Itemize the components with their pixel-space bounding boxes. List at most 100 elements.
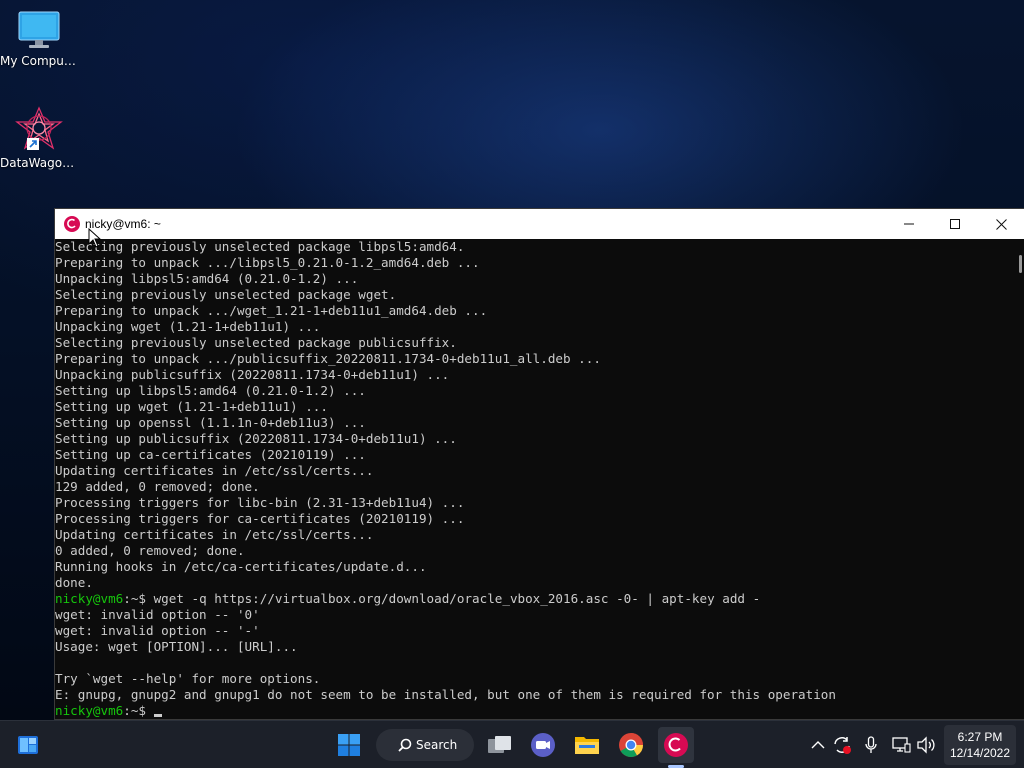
terminal-line: E: gnupg, gnupg2 and gnupg1 do not seem … [55, 687, 1013, 703]
network-icon [892, 737, 911, 753]
terminal-line: 0 added, 0 removed; done. [55, 543, 1013, 559]
terminal-line-text: 0 added, 0 removed; done. [55, 543, 245, 558]
widgets-button[interactable] [10, 727, 46, 763]
close-button[interactable] [978, 209, 1024, 239]
terminal-line-text: Updating certificates in /etc/ssl/certs.… [55, 527, 374, 542]
terminal-line: Try `wget --help' for more options. [55, 671, 1013, 687]
sync-tray-button[interactable] [832, 735, 852, 755]
file-explorer-button[interactable] [569, 727, 605, 763]
terminal-line-text: Selecting previously unselected package … [55, 335, 457, 350]
start-icon [338, 734, 360, 756]
terminal-line: Running hooks in /etc/ca-certificates/up… [55, 559, 1013, 575]
debian-terminal-icon [664, 733, 688, 757]
volume-tray-button[interactable] [916, 735, 936, 755]
terminal-line-text: Setting up publicsuffix (20220811.1734-0… [55, 431, 457, 446]
terminal-line-text: Setting up wget (1.21-1+deb11u1) ... [55, 399, 328, 414]
desktop-icon-label: DataWagon... [0, 156, 78, 170]
widgets-icon [18, 736, 38, 754]
terminal-line: nicky@vm6:~$ [55, 703, 1013, 719]
terminal-line-text: done. [55, 575, 93, 590]
terminal-line-text: Running hooks in /etc/ca-certificates/up… [55, 559, 427, 574]
terminal-line-text: Processing triggers for ca-certificates … [55, 511, 465, 526]
start-button[interactable] [331, 727, 367, 763]
monitor-icon [18, 11, 60, 48]
terminal-scrollbar[interactable] [1012, 239, 1024, 719]
shell-command [146, 703, 154, 718]
task-view-button[interactable] [482, 727, 518, 763]
search-label: Search [416, 738, 458, 752]
microphone-tray-button[interactable] [861, 735, 881, 755]
chrome-icon [619, 733, 643, 758]
terminal-line-text: Setting up ca-certificates (20210119) ..… [55, 447, 366, 462]
terminal-line-text: Unpacking publicsuffix (20220811.1734-0+… [55, 367, 450, 382]
shell-prompt-path: :~$ [123, 703, 146, 718]
terminal-line: Setting up publicsuffix (20220811.1734-0… [55, 431, 1013, 447]
terminal-line: Selecting previously unselected package … [55, 335, 1013, 351]
terminal-taskbar-button[interactable] [658, 727, 694, 763]
terminal-line: 129 added, 0 removed; done. [55, 479, 1013, 495]
terminal-line-text: Try `wget --help' for more options. [55, 671, 321, 686]
terminal-line-text: Unpacking wget (1.21-1+deb11u1) ... [55, 319, 321, 334]
terminal-line-text: Setting up libpsl5:amd64 (0.21.0-1.2) ..… [55, 383, 366, 398]
volume-icon [917, 736, 935, 754]
terminal-line-text: Selecting previously unselected package … [55, 239, 465, 254]
terminal-line: wget: invalid option -- '-' [55, 623, 1013, 639]
taskbar-search[interactable]: Search [376, 729, 474, 761]
clock-time: 6:27 PM [957, 730, 1003, 744]
desktop-icon-label: My Computer [0, 54, 78, 68]
maximize-button[interactable] [932, 209, 978, 239]
terminal-lines: Selecting previously unselected package … [55, 239, 1013, 719]
chrome-button[interactable] [613, 727, 649, 763]
minimize-button[interactable] [886, 209, 932, 239]
shell-prompt-user: nicky@vm6 [55, 591, 124, 606]
desktop-icon-datawagon[interactable]: DataWagon... [0, 106, 78, 170]
mouse-pointer-icon [88, 228, 102, 248]
text-cursor [153, 714, 162, 717]
terminal-line: Selecting previously unselected package … [55, 287, 1013, 303]
terminal-output[interactable]: Selecting previously unselected package … [55, 239, 1013, 719]
terminal-line: Updating certificates in /etc/ssl/certs.… [55, 527, 1013, 543]
terminal-line-text: Selecting previously unselected package … [55, 287, 397, 302]
terminal-line: Preparing to unpack .../libpsl5_0.21.0-1… [55, 255, 1013, 271]
terminal-line-text: Updating certificates in /etc/ssl/certs.… [55, 463, 374, 478]
terminal-line: Setting up openssl (1.1.1n-0+deb11u3) ..… [55, 415, 1013, 431]
terminal-titlebar[interactable]: nicky@vm6: ~ [55, 209, 1024, 239]
terminal-line: Updating certificates in /etc/ssl/certs.… [55, 463, 1013, 479]
task-view-icon [488, 736, 511, 753]
terminal-line-text: 129 added, 0 removed; done. [55, 479, 260, 494]
debian-icon [64, 216, 80, 232]
terminal-line: Setting up ca-certificates (20210119) ..… [55, 447, 1013, 463]
taskbar: Search 6:27 PM 12/14/2022 [0, 720, 1024, 768]
terminal-line: Unpacking publicsuffix (20220811.1734-0+… [55, 367, 1013, 383]
maximize-icon [950, 219, 960, 229]
terminal-line: Usage: wget [OPTION]... [URL]... [55, 639, 1013, 655]
show-hidden-icons-button[interactable] [808, 735, 828, 755]
terminal-line: Processing triggers for libc-bin (2.31-1… [55, 495, 1013, 511]
terminal-line: Setting up libpsl5:amd64 (0.21.0-1.2) ..… [55, 383, 1013, 399]
terminal-line: done. [55, 575, 1013, 591]
clock-date: 12/14/2022 [949, 746, 1011, 760]
taskbar-clock[interactable]: 6:27 PM 12/14/2022 [944, 725, 1016, 765]
network-tray-button[interactable] [891, 735, 911, 755]
scrollbar-thumb[interactable] [1019, 255, 1022, 273]
terminal-line: Preparing to unpack .../wget_1.21-1+deb1… [55, 303, 1013, 319]
sync-icon [834, 737, 851, 754]
terminal-line-text: Unpacking libpsl5:amd64 (0.21.0-1.2) ... [55, 271, 359, 286]
terminal-line-text: E: gnupg, gnupg2 and gnupg1 do not seem … [55, 687, 836, 702]
terminal-line-text: Usage: wget [OPTION]... [URL]... [55, 639, 298, 654]
terminal-line-text: Processing triggers for libc-bin (2.31-1… [55, 495, 465, 510]
datawagon-app-icon [15, 106, 63, 150]
search-icon [398, 738, 412, 752]
meet-button[interactable] [525, 727, 561, 763]
desktop-icon-my-computer[interactable]: My Computer [0, 10, 78, 68]
terminal-line-text: wget: invalid option -- '-' [55, 623, 260, 638]
terminal-line: Selecting previously unselected package … [55, 239, 1013, 255]
terminal-line: Unpacking wget (1.21-1+deb11u1) ... [55, 319, 1013, 335]
terminal-line: Processing triggers for ca-certificates … [55, 511, 1013, 527]
file-explorer-icon [575, 737, 599, 754]
terminal-line: nicky@vm6:~$ wget -q https://virtualbox.… [55, 591, 1013, 607]
terminal-line: Preparing to unpack .../publicsuffix_202… [55, 351, 1013, 367]
close-icon [995, 218, 1007, 230]
terminal-window[interactable]: nicky@vm6: ~ Selecting previously unsele… [54, 208, 1024, 720]
